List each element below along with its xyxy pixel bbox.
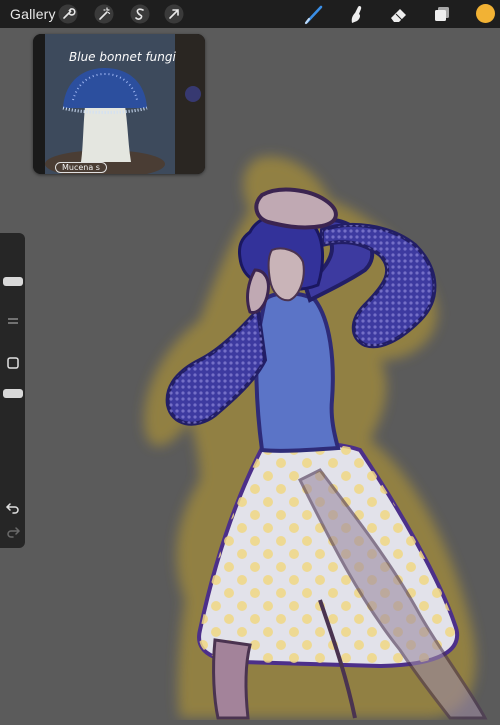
gallery-button[interactable]: Gallery bbox=[10, 6, 56, 22]
selection-icon[interactable] bbox=[130, 4, 150, 24]
undo-icon[interactable] bbox=[5, 499, 21, 515]
smudge-icon[interactable] bbox=[344, 3, 366, 25]
color-picker-button[interactable] bbox=[476, 4, 495, 23]
brush-size-slider[interactable] bbox=[3, 277, 23, 286]
transform-arrow-icon[interactable] bbox=[164, 4, 184, 24]
reference-caption: Mucena s bbox=[55, 162, 107, 173]
top-toolbar: Gallery bbox=[0, 0, 500, 28]
side-toolbar bbox=[0, 233, 25, 548]
brush-icon[interactable] bbox=[303, 3, 325, 25]
drag-handle-icon[interactable] bbox=[5, 313, 21, 329]
layers-icon[interactable] bbox=[431, 3, 453, 25]
redo-icon[interactable] bbox=[5, 523, 21, 539]
magic-wand-icon[interactable] bbox=[94, 4, 114, 24]
eraser-icon[interactable] bbox=[388, 3, 410, 25]
opacity-slider[interactable] bbox=[3, 389, 23, 398]
modify-button[interactable] bbox=[5, 355, 21, 371]
reference-image-panel[interactable]: Blue bonnet fungi Mucena s bbox=[33, 34, 205, 174]
wrench-icon[interactable] bbox=[58, 4, 78, 24]
reference-title: Blue bonnet fungi bbox=[69, 50, 176, 64]
